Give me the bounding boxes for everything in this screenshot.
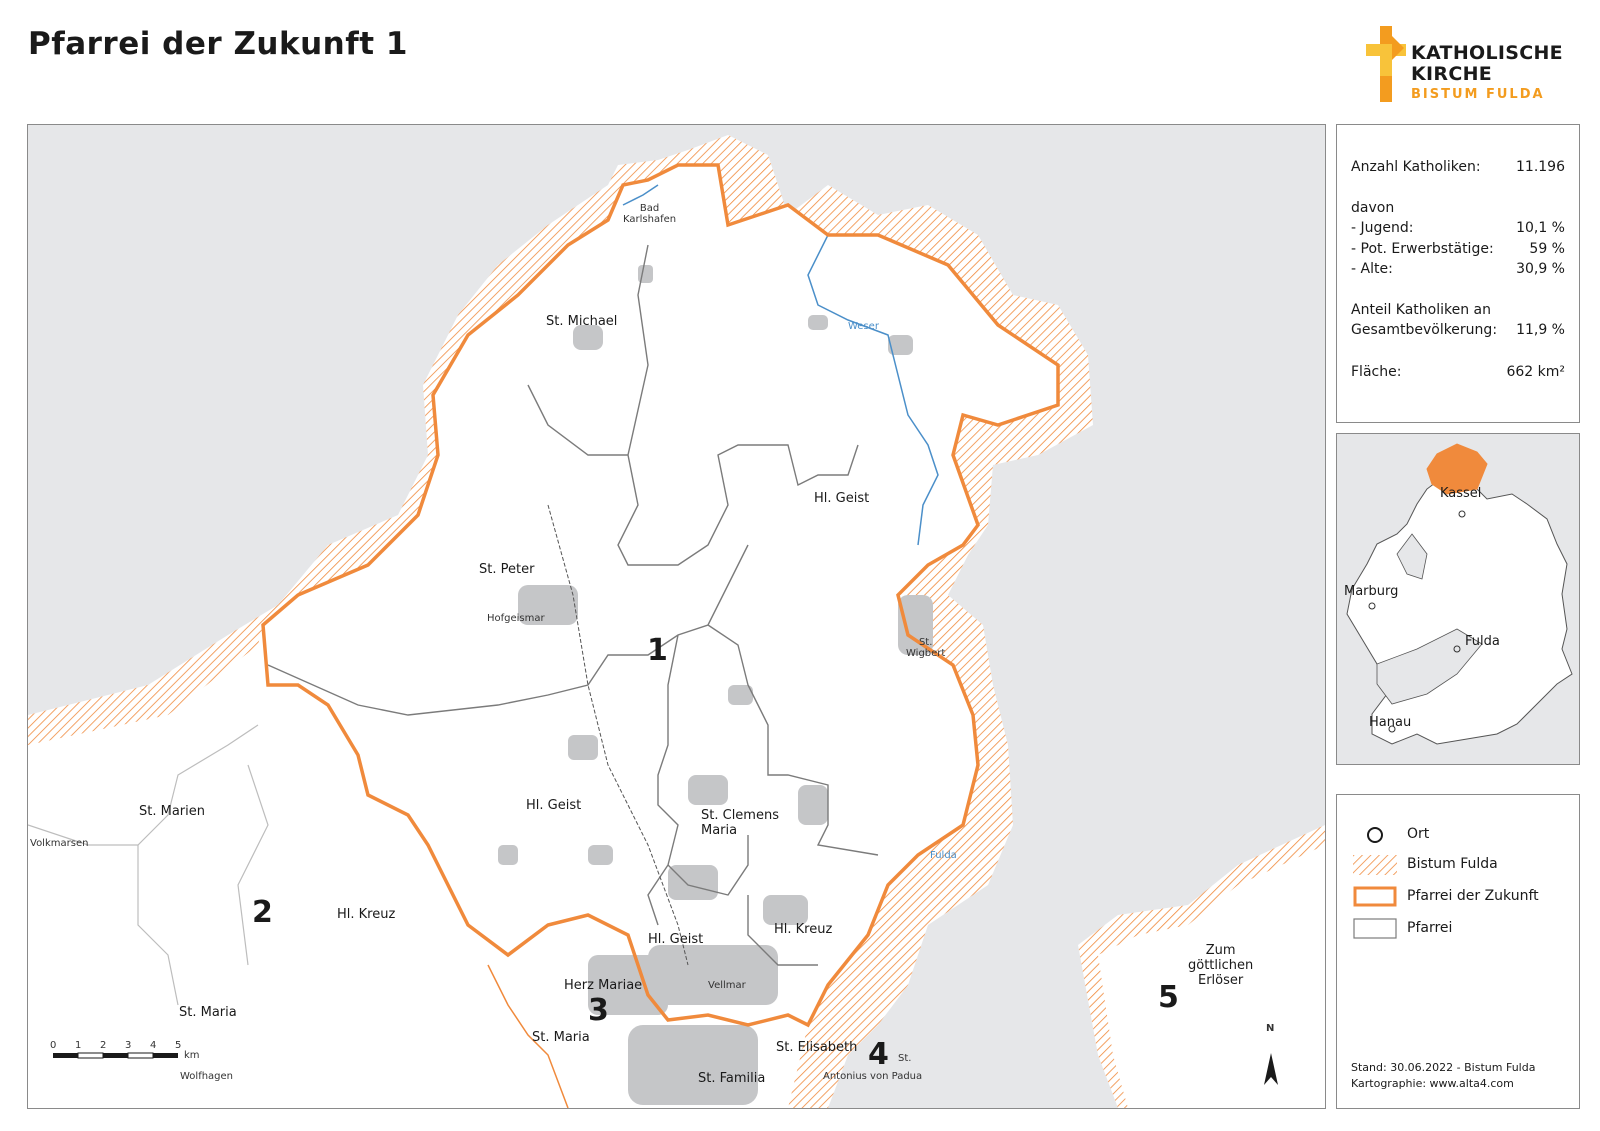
overview-inset-map[interactable]: Kassel Marburg Fulda Hanau — [1336, 433, 1580, 765]
scale-tick-1: 1 — [75, 1040, 82, 1051]
legend-stand: Stand: 30.06.2022 - Bistum Fulda — [1351, 1061, 1536, 1074]
inset-hanau: Hanau — [1369, 715, 1412, 730]
label-st-peter: St. Peter — [479, 562, 535, 577]
label-st-michael: St. Michael — [546, 314, 618, 329]
legend-ort: Ort — [1407, 826, 1430, 842]
map-canvas — [28, 135, 1325, 1108]
label-hl-kreuz-s: Hl. Kreuz — [774, 922, 833, 937]
label-hl-kreuz-w: Hl. Kreuz — [337, 907, 396, 922]
stat-alte: - Alte: 30,9 % — [1351, 261, 1565, 277]
legend-pfarrei: Pfarrei — [1407, 920, 1453, 936]
stat-anteil-2: Gesamtbevölkerung: 11,9 % — [1351, 322, 1565, 338]
pfarrei-zukunft-swatch — [1353, 886, 1397, 907]
label-zum-goettlichen-erloeser: Zum göttlichen Erlöser — [1188, 943, 1254, 988]
pfarrei-number-3: 3 — [588, 993, 609, 1028]
ort-icon — [1367, 827, 1383, 843]
town-volkmarsen: Volkmarsen — [30, 838, 89, 849]
page-title: Pfarrei der Zukunft 1 — [28, 26, 408, 62]
label-st-elisabeth: St. Elisabeth — [776, 1040, 858, 1055]
label-st-maria-w: St. Maria — [179, 1005, 237, 1020]
scale-tick-4: 4 — [150, 1040, 157, 1051]
stat-jugend: - Jugend: 10,1 % — [1351, 220, 1565, 236]
inset-kassel: Kassel — [1440, 486, 1482, 501]
pfarrei-number-2: 2 — [252, 895, 273, 930]
pfarrei-number-5: 5 — [1158, 980, 1179, 1015]
label-st-wigbert: St. Wigbert — [906, 637, 946, 659]
stat-erwerb: - Pot. Erwerbstätige: 59 % — [1351, 241, 1565, 257]
stats-panel: Anzahl Katholiken: 11.196 davon - Jugend:… — [1336, 124, 1580, 423]
scale-tick-3: 3 — [125, 1040, 132, 1051]
logo-line-2: KIRCHE — [1411, 63, 1493, 85]
legend-panel: Ort Bistum Fulda Pfarrei der Zukunft Pfa… — [1336, 794, 1580, 1109]
stat-katholiken: Anzahl Katholiken: 11.196 — [1351, 159, 1565, 175]
label-st-small: St. — [898, 1053, 912, 1064]
logo-line-1: KATHOLISCHE — [1411, 42, 1563, 64]
label-hl-geist-ne: Hl. Geist — [814, 491, 870, 506]
stat-anteil-1: Anteil Katholiken an — [1351, 302, 1491, 318]
pfarrei-swatch — [1353, 918, 1397, 939]
scale-bar — [53, 1052, 178, 1059]
town-hofgeismar: Hofgeismar — [487, 613, 545, 624]
scale-tick-5: 5 — [175, 1040, 182, 1051]
label-st-familia: St. Familia — [698, 1071, 766, 1086]
label-hl-geist-c: Hl. Geist — [526, 798, 582, 813]
label-hl-geist-s: Hl. Geist — [648, 932, 704, 947]
stat-davon: davon — [1351, 200, 1395, 216]
town-vellmar: Vellmar — [708, 980, 746, 991]
river-weser: Weser — [848, 321, 879, 332]
logo-line-3: BISTUM FULDA — [1411, 87, 1545, 102]
legend-kartographie: Kartographie: www.alta4.com — [1351, 1077, 1514, 1090]
river-fulda: Fulda — [930, 850, 957, 861]
stat-flaeche: Fläche: 662 km² — [1351, 364, 1565, 380]
scale-unit: km — [184, 1050, 200, 1061]
inset-marburg: Marburg — [1344, 584, 1399, 599]
town-bad-karlshafen: Bad Karlshafen — [623, 203, 677, 225]
town-wolfhagen: Wolfhagen — [180, 1071, 234, 1082]
pfarrei-number-1: 1 — [647, 633, 668, 668]
label-st-clemens-maria: St. Clemens Maria — [701, 808, 779, 838]
label-antonius: Antonius von Padua — [823, 1071, 923, 1082]
label-st-maria-s: St. Maria — [532, 1030, 590, 1045]
inset-fulda: Fulda — [1465, 634, 1500, 649]
scale-tick-0: 0 — [50, 1040, 57, 1051]
north-label: N — [1266, 1023, 1275, 1034]
cross-logo-icon — [1366, 26, 1406, 102]
main-map[interactable]: Bad Karlshafen Hofgeismar Volkmarsen Wol… — [27, 124, 1326, 1109]
scale-tick-2: 2 — [100, 1040, 107, 1051]
legend-bistum: Bistum Fulda — [1407, 856, 1498, 872]
katholische-kirche-logo: KATHOLISCHE KIRCHE BISTUM FULDA — [1366, 26, 1566, 106]
label-herz-mariae: Herz Mariae — [564, 978, 643, 993]
legend-pfarrei-zukunft: Pfarrei der Zukunft — [1407, 888, 1539, 904]
label-st-marien: St. Marien — [139, 804, 205, 819]
pfarrei-number-4: 4 — [868, 1037, 889, 1072]
bistum-swatch — [1353, 855, 1397, 875]
